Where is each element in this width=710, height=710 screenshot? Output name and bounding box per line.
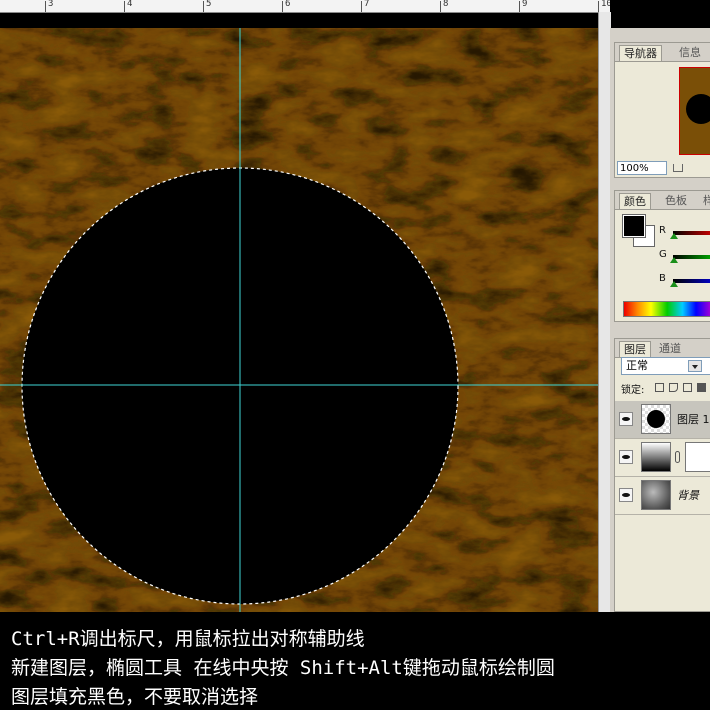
zoom-out-icon[interactable] <box>673 164 683 172</box>
tutorial-caption: Ctrl+R调出标尺，用鼠标拉出对称辅助线 新建图层，椭圆工具 在线中央按 Sh… <box>0 612 710 710</box>
blue-channel-label: B <box>659 273 666 284</box>
navigator-tabs: 导航器 信息 <box>615 43 710 62</box>
layer-thumbnail-circle <box>647 410 665 428</box>
tab-channels[interactable]: 通道 <box>655 341 685 357</box>
ruler-tick <box>45 1 46 12</box>
color-spectrum-bar[interactable] <box>623 301 710 317</box>
ruler-tick <box>282 1 283 12</box>
background-thumbnail <box>641 480 671 510</box>
tab-info[interactable]: 信息 <box>675 45 705 61</box>
chevron-down-icon[interactable] <box>688 360 702 372</box>
ruler-number: 5 <box>206 0 212 9</box>
tab-navigator[interactable]: 导航器 <box>619 45 662 61</box>
blue-channel-slider[interactable] <box>673 279 710 283</box>
ruler-tick <box>203 1 204 12</box>
caption-line-1: Ctrl+R调出标尺，用鼠标拉出对称辅助线 <box>11 628 365 650</box>
color-panel: 颜色 色板 样 R G B <box>614 190 710 322</box>
adjustment-thumbnail <box>641 442 671 472</box>
blue-slider-handle[interactable] <box>670 281 678 287</box>
blend-mode-select[interactable]: 正常 <box>621 357 710 375</box>
green-slider-handle[interactable] <box>670 257 678 263</box>
ruler-tick <box>440 1 441 12</box>
tab-layers[interactable]: 图层 <box>619 341 651 357</box>
lock-position-icon[interactable] <box>683 383 692 392</box>
layer-row-background[interactable]: 背景 <box>615 477 710 515</box>
layer-name[interactable]: 图层 1 <box>677 411 710 427</box>
ruler-number: 8 <box>443 0 449 9</box>
layer-mask-thumbnail[interactable] <box>685 442 710 472</box>
red-slider-handle[interactable] <box>670 233 678 239</box>
ruler-tick <box>361 1 362 12</box>
lock-label: 锁定: <box>621 385 645 396</box>
navigator-preview[interactable] <box>679 67 710 155</box>
horizontal-ruler[interactable]: 3 4 5 6 7 8 9 10 <box>0 0 610 13</box>
caption-line-3: 图层填充黑色，不要取消选择 <box>11 686 259 708</box>
eye-icon[interactable] <box>619 412 633 426</box>
layer-row-layer1[interactable]: 图层 1 <box>615 401 710 439</box>
green-channel-label: G <box>659 249 667 260</box>
layer-name[interactable]: 背景 <box>677 487 699 503</box>
zoom-input[interactable]: 100% <box>617 161 667 175</box>
ruler-number: 9 <box>522 0 528 9</box>
color-tabs: 颜色 色板 样 <box>615 191 710 210</box>
red-channel-slider[interactable] <box>673 231 710 235</box>
red-channel-label: R <box>659 225 666 236</box>
photoshop-window: 3 4 5 6 7 8 9 10 <box>0 0 710 710</box>
panels-dock: 导航器 信息 100% 颜色 色板 样 R G B 图层 通道 正常 锁定: 图… <box>610 28 710 612</box>
tab-color[interactable]: 颜色 <box>619 193 651 209</box>
tab-swatches[interactable]: 色板 <box>661 193 691 209</box>
eye-icon[interactable] <box>619 450 633 464</box>
green-channel-slider[interactable] <box>673 255 710 259</box>
canvas-artwork <box>0 28 598 612</box>
caption-line-2: 新建图层，椭圆工具 在线中央按 Shift+Alt键拖动鼠标绘制圆 <box>11 657 555 679</box>
eye-icon[interactable] <box>619 488 633 502</box>
ruler-tick <box>519 1 520 12</box>
foreground-color-swatch[interactable] <box>622 214 646 238</box>
link-chain-icon[interactable] <box>675 451 680 463</box>
ruler-number: 3 <box>48 0 54 9</box>
layer-thumbnail <box>641 404 671 434</box>
document-canvas[interactable] <box>0 28 598 612</box>
ruler-tick <box>124 1 125 12</box>
ruler-number: 10 <box>601 0 610 9</box>
lock-pixels-icon[interactable] <box>669 383 678 392</box>
layers-tabs: 图层 通道 <box>615 339 710 358</box>
tab-styles[interactable]: 样 <box>699 193 710 209</box>
layer-row-adjustment[interactable] <box>615 439 710 477</box>
ruler-number: 6 <box>285 0 291 9</box>
ruler-tick <box>598 1 599 12</box>
navigator-panel: 导航器 信息 100% <box>614 42 710 178</box>
layers-panel: 图层 通道 正常 锁定: 图层 1 背景 <box>614 338 710 612</box>
navigator-preview-circle <box>686 94 710 124</box>
lock-transparency-icon[interactable] <box>655 383 664 392</box>
blend-mode-value: 正常 <box>626 359 648 372</box>
ruler-number: 7 <box>364 0 370 9</box>
lock-all-icon[interactable] <box>697 383 706 392</box>
ruler-number: 4 <box>127 0 133 9</box>
